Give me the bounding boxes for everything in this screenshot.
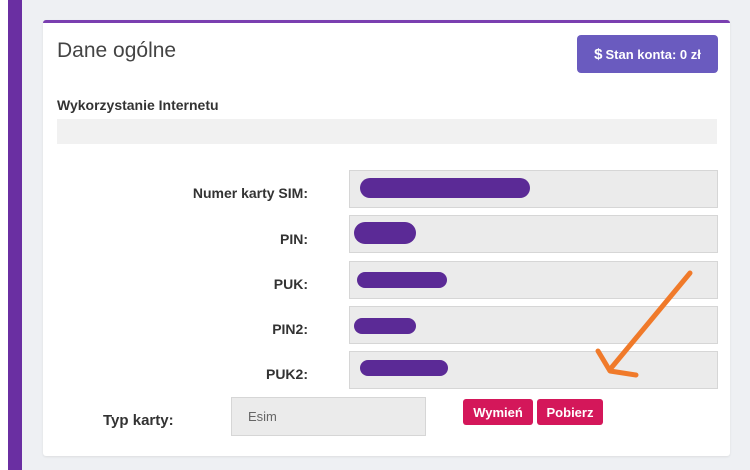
redaction-mark	[354, 222, 416, 244]
sim-number-label: Numer karty SIM:	[192, 185, 308, 201]
account-balance-button[interactable]: $ Stan konta: 0 zł	[577, 35, 718, 73]
internet-usage-title: Wykorzystanie Internetu	[57, 97, 219, 113]
pin-label: PIN:	[280, 231, 308, 247]
card-type-field[interactable]: Esim	[231, 397, 426, 436]
puk-label: PUK:	[273, 276, 308, 292]
sim-number-field[interactable]	[349, 170, 718, 208]
sidebar-accent-bar	[8, 0, 22, 470]
pin2-label: PIN2:	[272, 321, 308, 337]
redaction-mark	[354, 318, 416, 334]
card-title: Dane ogólne	[57, 39, 177, 62]
account-balance-label: Stan konta: 0 zł	[605, 46, 701, 62]
pin-field[interactable]	[349, 215, 718, 253]
redaction-mark	[360, 360, 448, 376]
general-data-card: Dane ogólne $ Stan konta: 0 zł Wykorzyst…	[43, 20, 730, 456]
internet-usage-bar	[57, 119, 717, 144]
redaction-mark	[360, 178, 530, 198]
page-left-edge	[0, 0, 8, 470]
card-type-label: Typ karty:	[103, 412, 174, 429]
redaction-mark	[357, 272, 447, 288]
puk2-label: PUK2:	[265, 366, 308, 382]
dollar-icon: $	[594, 45, 603, 63]
download-button[interactable]: Pobierz	[537, 399, 603, 425]
replace-button[interactable]: Wymień	[463, 399, 533, 425]
arrow-annotation-icon	[595, 270, 693, 378]
